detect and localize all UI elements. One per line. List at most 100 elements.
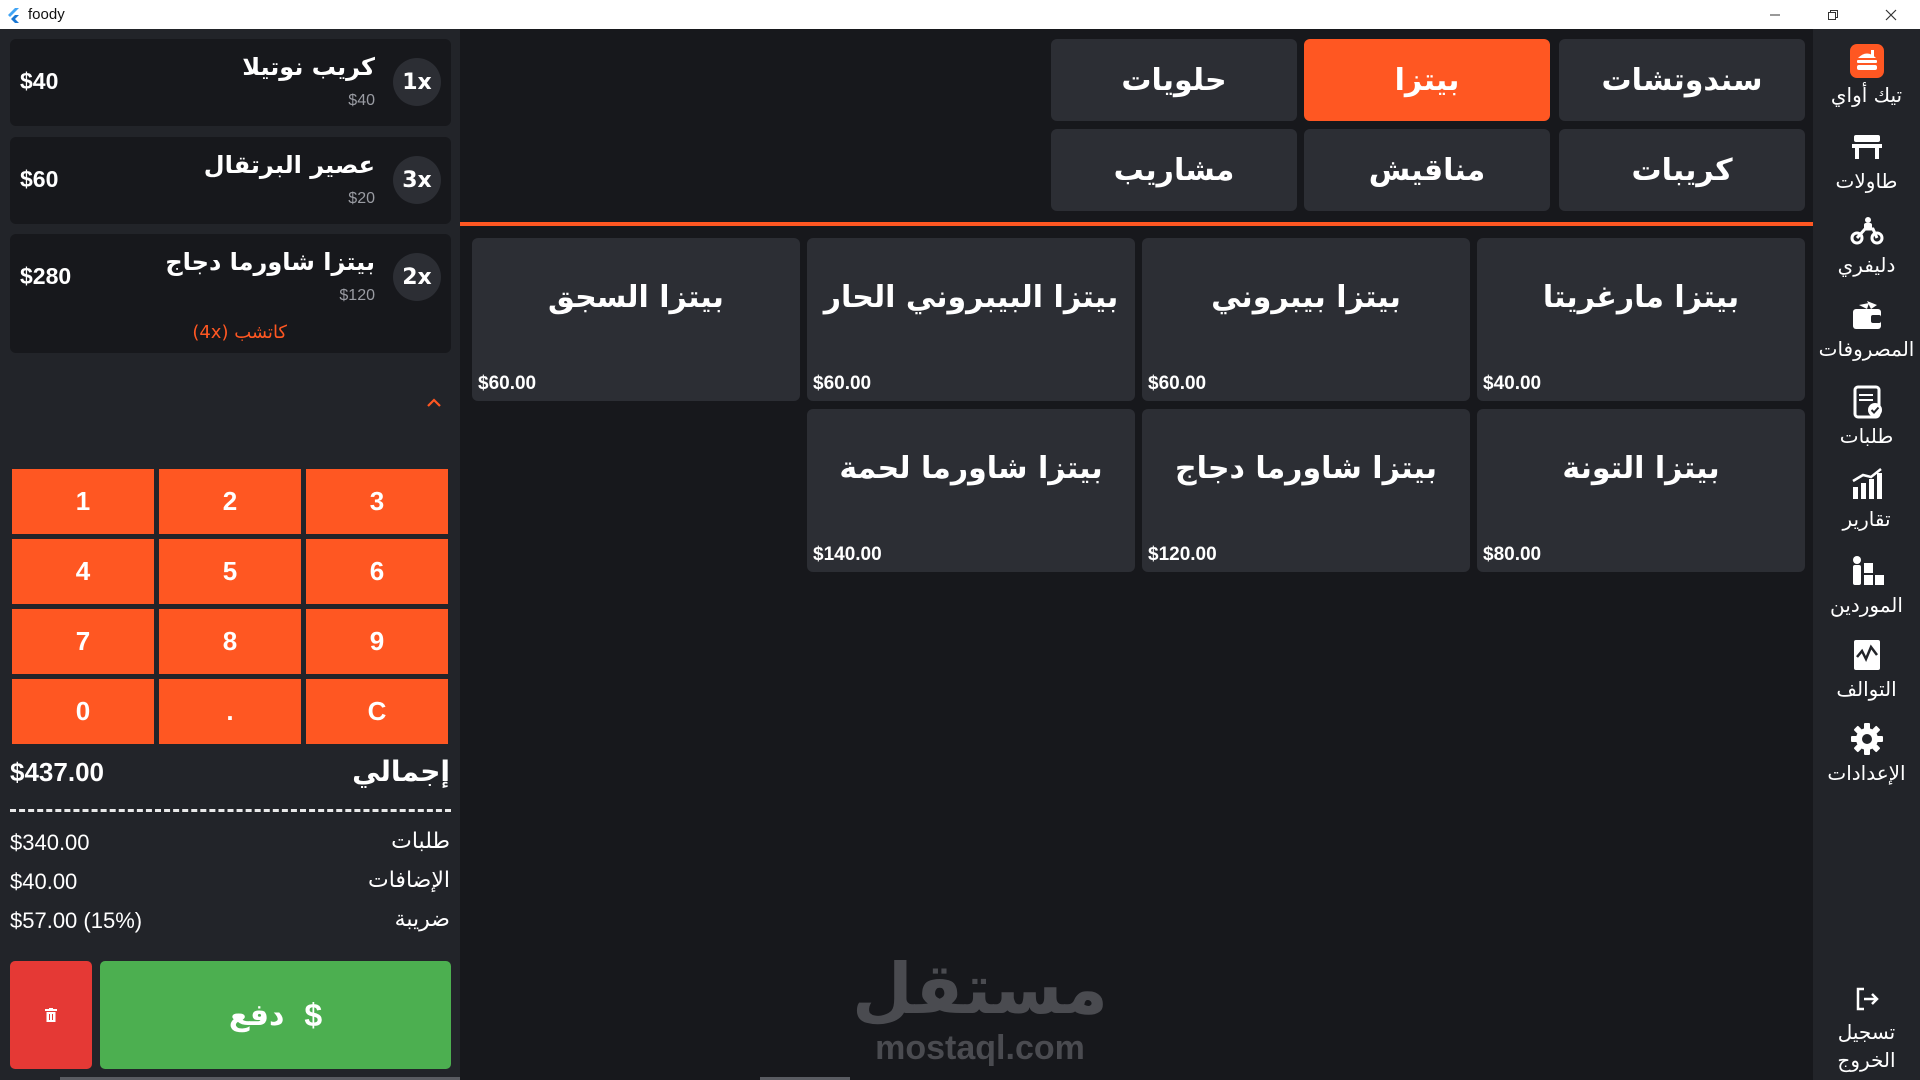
key-5[interactable]: 5 — [159, 539, 301, 604]
order-item[interactable]: 3x عصير البرتقال $20 $60 — [10, 137, 451, 224]
nav-label: الموردين — [1830, 593, 1903, 617]
addons-value: $40.00 — [10, 869, 78, 894]
nav-label: طلبات — [1839, 424, 1894, 448]
product-price: $60.00 — [478, 373, 537, 394]
key-8[interactable]: 8 — [159, 609, 301, 674]
category-pizza[interactable]: بيتزا — [1304, 39, 1550, 121]
nav-label: طاولات — [1835, 169, 1898, 193]
order-item[interactable]: 2x بيتزا شاورما دجاج $120 $280 كاتشب (4x… — [10, 234, 451, 353]
nav-label: المصروفات — [1818, 337, 1915, 361]
order-item-total: $40 — [20, 68, 59, 94]
divider — [10, 809, 451, 812]
close-button[interactable] — [1862, 0, 1920, 29]
addons-label: الإضافات — [368, 868, 450, 893]
key-6[interactable]: 6 — [306, 539, 448, 604]
key-4[interactable]: 4 — [12, 539, 154, 604]
product-card[interactable]: بيتزا بيبروني $60.00 — [1142, 238, 1470, 401]
watermark-arabic: مستقل — [851, 948, 1108, 1030]
product-price: $60.00 — [813, 373, 872, 394]
category-crepes[interactable]: كريبات — [1559, 129, 1805, 211]
key-9[interactable]: 9 — [306, 609, 448, 674]
nav-sidebar: تيك أواي طاولات دليفري المصروفات طلبات ت… — [1813, 29, 1920, 1080]
trash-icon — [45, 1008, 57, 1022]
nav-label: التوالف — [1836, 677, 1897, 701]
key-2[interactable]: 2 — [159, 469, 301, 534]
key-3[interactable]: 3 — [306, 469, 448, 534]
logout-button[interactable]: تسجيل الخروج — [1813, 984, 1920, 1074]
product-name: بيتزا البيبروني الحار — [823, 280, 1119, 315]
product-card[interactable]: بيتزا السجق $60.00 — [472, 238, 800, 401]
product-price: $60.00 — [1148, 373, 1207, 394]
nav-settings[interactable]: الإعدادات — [1813, 719, 1920, 799]
product-card[interactable]: بيتزا التونة $80.00 — [1477, 409, 1805, 572]
minimize-button[interactable] — [1746, 0, 1804, 29]
restore-button[interactable] — [1804, 0, 1862, 29]
key-0[interactable]: 0 — [12, 679, 154, 744]
window-title: foody — [28, 6, 65, 23]
nav-takeaway[interactable]: تيك أواي — [1813, 41, 1920, 121]
order-item-name: عصير البرتقال — [203, 151, 375, 179]
category-drinks[interactable]: مشاريب — [1051, 129, 1297, 211]
product-price: $40.00 — [1483, 373, 1542, 394]
nav-orders[interactable]: طلبات — [1813, 382, 1920, 462]
nav-reports[interactable]: تقارير — [1813, 465, 1920, 545]
key-7[interactable]: 7 — [12, 609, 154, 674]
category-manakish[interactable]: مناقيش — [1304, 129, 1550, 211]
watermark-latin: mostaql.com — [875, 1029, 1085, 1067]
product-name: بيتزا التونة — [1562, 451, 1720, 486]
key-1[interactable]: 1 — [12, 469, 154, 534]
product-card[interactable]: بيتزا شاورما دجاج $120.00 — [1142, 409, 1470, 572]
nav-suppliers[interactable]: الموردين — [1813, 551, 1920, 631]
quantity-badge[interactable]: 2x — [393, 253, 441, 301]
product-price: $120.00 — [1148, 544, 1217, 565]
takeaway-icon — [1849, 44, 1884, 78]
key-decimal[interactable]: . — [159, 679, 301, 744]
order-item-addon: كاتشب (4x) — [192, 322, 287, 343]
orders-icon — [1853, 385, 1882, 419]
order-item-total: $280 — [20, 263, 72, 289]
watermark: مستقل mostaql.com — [840, 949, 1120, 1068]
suppliers-icon — [1852, 556, 1884, 585]
product-name: بيتزا شاورما لحمة — [839, 451, 1103, 486]
category-sandwiches[interactable]: سندوتشات — [1559, 39, 1805, 121]
flutter-app-icon — [8, 7, 19, 23]
nav-damaged[interactable]: التوالف — [1813, 635, 1920, 715]
nav-label: دليفري — [1837, 253, 1896, 277]
pay-button[interactable]: دفع $ — [100, 961, 451, 1069]
product-name: بيتزا مارغريتا — [1542, 280, 1740, 315]
tax-value: $57.00 (15%) — [10, 908, 143, 933]
key-clear[interactable]: C — [306, 679, 448, 744]
table-icon — [1851, 135, 1882, 159]
orders-value: $340.00 — [10, 830, 90, 855]
logout-icon — [1856, 987, 1879, 1011]
quantity-badge[interactable]: 1x — [393, 58, 441, 106]
product-name: بيتزا شاورما دجاج — [1174, 451, 1438, 486]
order-panel: 1x كريب نوتيلا $40 $40 3x عصير البرتقال … — [0, 29, 490, 1080]
order-item-name: بيتزا شاورما دجاج — [165, 248, 375, 276]
nav-delivery[interactable]: دليفري — [1813, 211, 1920, 291]
nav-expenses[interactable]: المصروفات — [1813, 295, 1920, 375]
damaged-icon — [1853, 640, 1880, 670]
category-desserts[interactable]: حلويات — [1051, 39, 1297, 121]
collapse-icon[interactable] — [426, 393, 442, 414]
order-item-unit-price: $120 — [339, 287, 375, 304]
tax-label: ضريبة — [394, 907, 450, 932]
numeric-keypad: 1 2 3 4 5 6 7 8 9 0 . C — [12, 469, 448, 744]
order-item-unit-price: $20 — [348, 190, 375, 207]
close-icon — [1885, 9, 1897, 20]
logout-label-line1: تسجيل — [1837, 1020, 1896, 1044]
product-name: بيتزا بيبروني — [1211, 280, 1401, 315]
product-card[interactable]: بيتزا مارغريتا $40.00 — [1477, 238, 1805, 401]
restore-icon — [1828, 9, 1838, 20]
wallet-icon — [1852, 301, 1881, 329]
order-item[interactable]: 1x كريب نوتيلا $40 $40 — [10, 39, 451, 126]
nav-tables[interactable]: طاولات — [1813, 127, 1920, 207]
order-item-name: كريب نوتيلا — [242, 53, 375, 81]
quantity-badge[interactable]: 3x — [393, 156, 441, 204]
orders-label: طلبات — [391, 829, 450, 854]
delete-order-button[interactable] — [10, 961, 92, 1069]
product-card[interactable]: بيتزا البيبروني الحار $60.00 — [807, 238, 1135, 401]
nav-label: تيك أواي — [1830, 83, 1903, 107]
dollar-icon: $ — [304, 996, 323, 1033]
product-card[interactable]: بيتزا شاورما لحمة $140.00 — [807, 409, 1135, 572]
